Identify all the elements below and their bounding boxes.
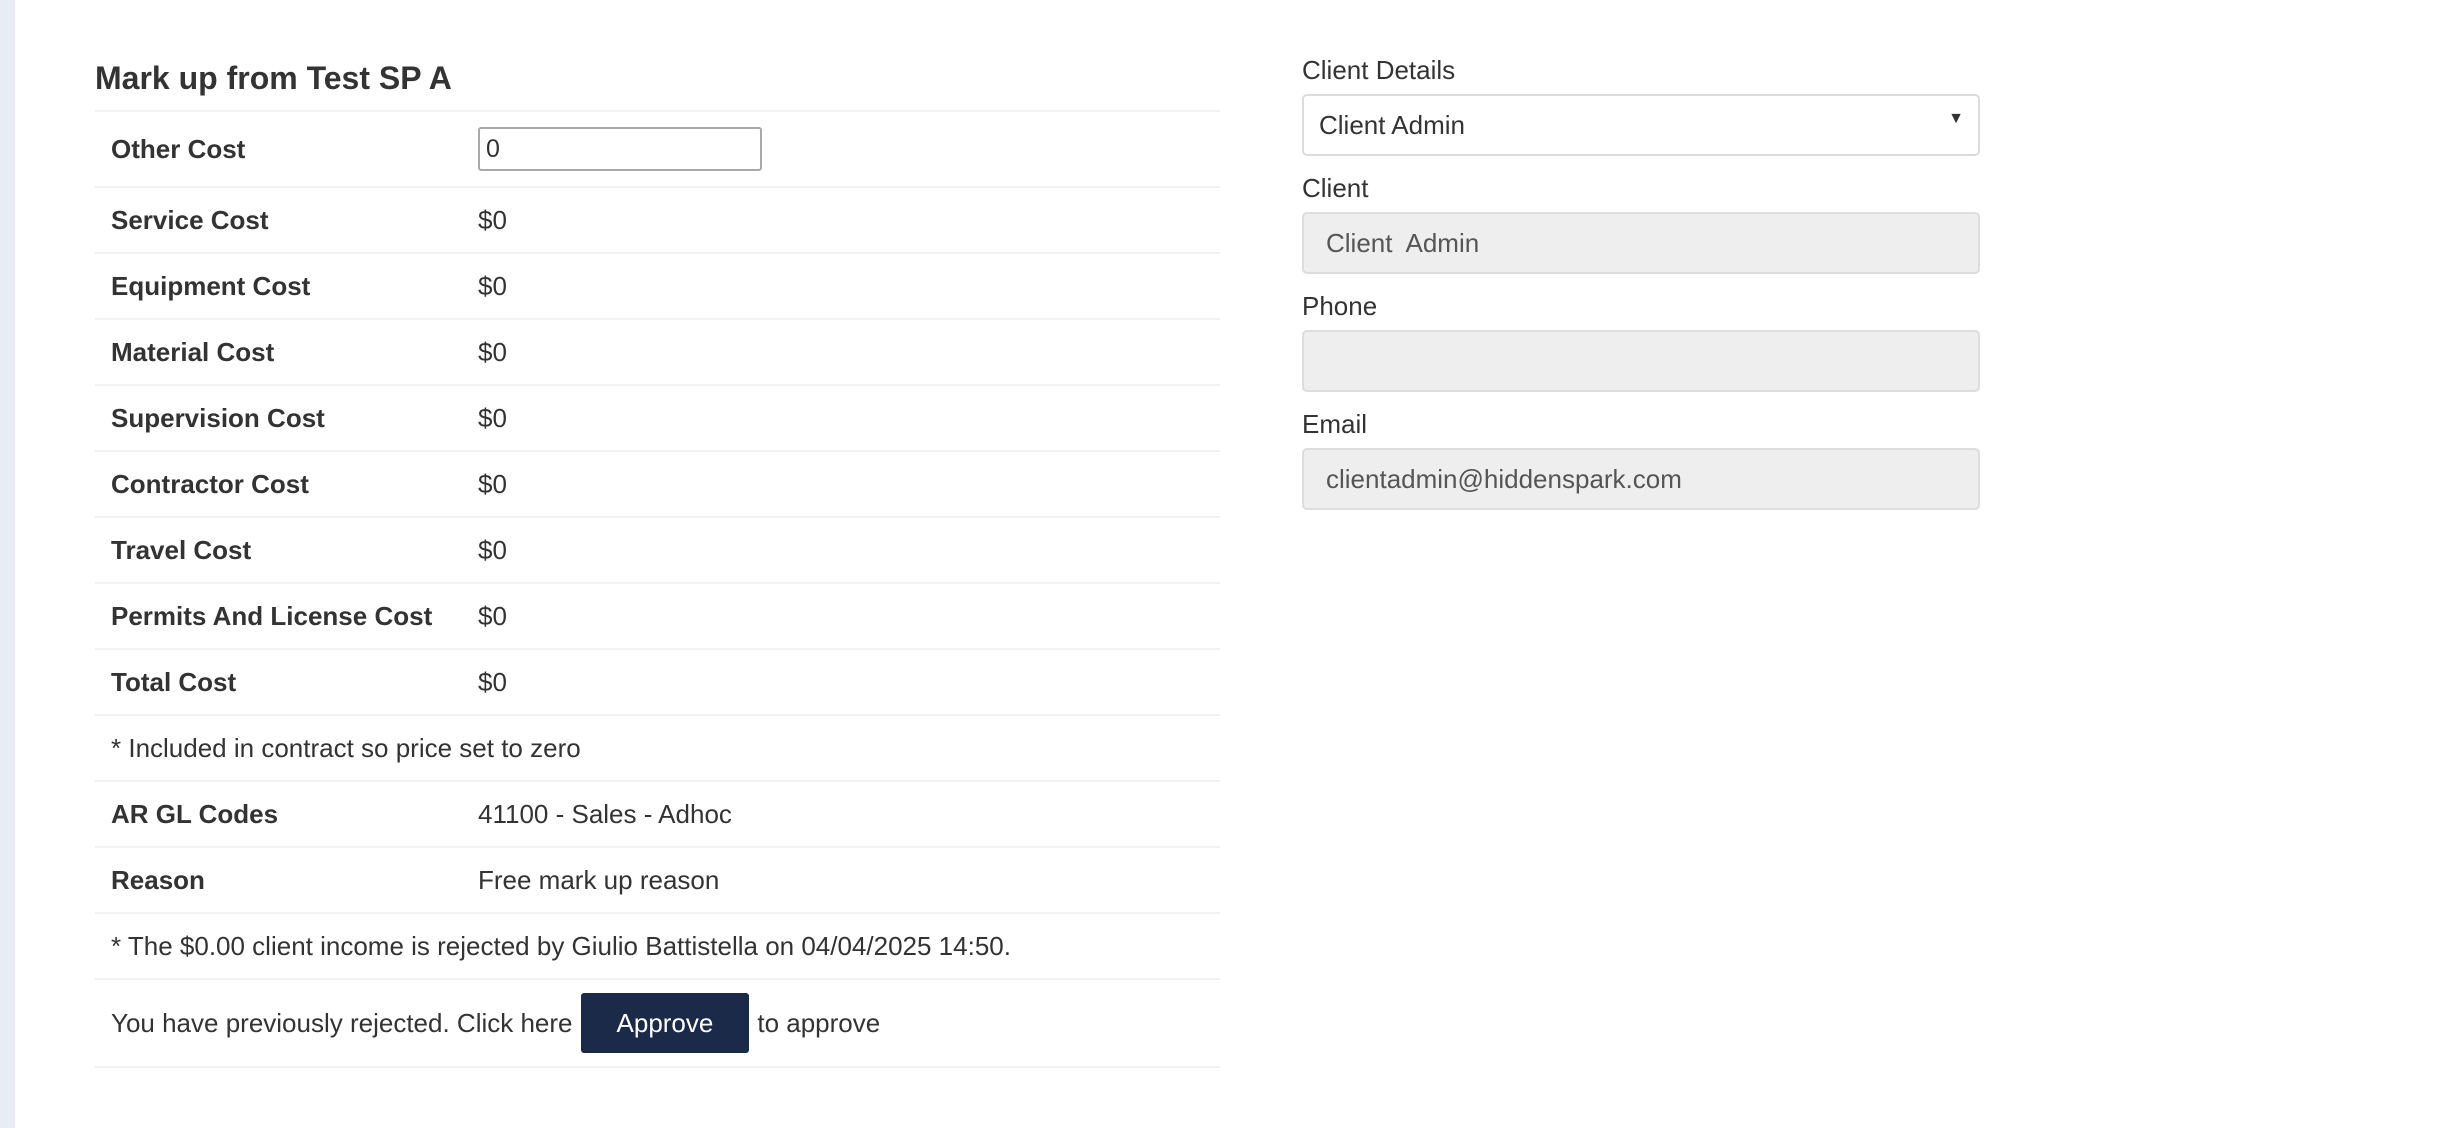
reason-value: Free mark up reason — [478, 864, 720, 895]
travel-cost-value: $0 — [478, 534, 507, 565]
phone-label: Phone — [1302, 291, 1378, 321]
markup-panel: Mark up from Test SP A Other Cost Servic… — [95, 56, 1220, 1068]
left-edge-strip — [0, 0, 15, 1128]
ar-gl-codes-row: AR GL Codes 41100 - Sales - Adhoc — [95, 780, 1220, 846]
caret-down-icon: ▼ — [1948, 110, 1964, 127]
panel-title: Mark up from Test SP A — [95, 60, 452, 96]
client-label: Client — [1302, 173, 1369, 203]
supervision-cost-label: Supervision Cost — [111, 402, 325, 433]
ar-gl-codes-label: AR GL Codes — [111, 798, 279, 829]
total-cost-value: $0 — [478, 666, 507, 697]
approve-button[interactable]: Approve — [580, 993, 750, 1053]
service-cost-value: $0 — [478, 204, 507, 235]
client-details-selected: Client Admin — [1319, 109, 1465, 140]
client-value: Client Admin — [1326, 227, 1480, 258]
contract-note-row: * Included in contract so price set to z… — [95, 714, 1220, 780]
travel-cost-label: Travel Cost — [111, 534, 252, 565]
total-cost-label: Total Cost — [111, 666, 237, 697]
phone-field — [1302, 330, 1980, 392]
permits-license-cost-value: $0 — [478, 600, 507, 631]
email-value: clientadmin@hiddenspark.com — [1326, 463, 1682, 494]
approve-suffix-text: to approve — [757, 1007, 881, 1038]
email-field: clientadmin@hiddenspark.com — [1302, 448, 1980, 510]
reason-row: Reason Free mark up reason — [95, 846, 1220, 912]
contractor-cost-value: $0 — [478, 468, 507, 499]
other-cost-label: Other Cost — [111, 133, 246, 164]
approve-prefix-text: You have previously rejected. Click here — [111, 1007, 573, 1038]
other-cost-row: Other Cost — [95, 110, 1220, 186]
ar-gl-codes-value: 41100 - Sales - Adhoc — [478, 798, 732, 829]
email-label: Email — [1302, 409, 1368, 439]
reason-label: Reason — [111, 864, 205, 895]
client-details-select[interactable]: Client Admin ▼ — [1302, 94, 1980, 156]
contractor-cost-label: Contractor Cost — [111, 468, 309, 499]
material-cost-row: Material Cost $0 — [95, 318, 1220, 384]
supervision-cost-row: Supervision Cost $0 — [95, 384, 1220, 450]
total-cost-row: Total Cost $0 — [95, 648, 1220, 714]
permits-license-cost-label: Permits And License Cost — [111, 600, 433, 631]
other-cost-input[interactable] — [478, 127, 762, 171]
approve-row: You have previously rejected. Click here… — [95, 978, 1220, 1068]
service-cost-row: Service Cost $0 — [95, 186, 1220, 252]
supervision-cost-value: $0 — [478, 402, 507, 433]
travel-cost-row: Travel Cost $0 — [95, 516, 1220, 582]
client-field: Client Admin — [1302, 212, 1980, 274]
material-cost-label: Material Cost — [111, 336, 275, 367]
contract-note: * Included in contract so price set to z… — [111, 732, 581, 763]
service-cost-label: Service Cost — [111, 204, 269, 235]
client-details-label: Client Details — [1302, 55, 1456, 85]
rejection-note: * The $0.00 client income is rejected by… — [111, 930, 1011, 961]
rejection-note-row: * The $0.00 client income is rejected by… — [95, 912, 1220, 978]
material-cost-value: $0 — [478, 336, 507, 367]
equipment-cost-value: $0 — [478, 270, 507, 301]
permits-license-cost-row: Permits And License Cost $0 — [95, 582, 1220, 648]
equipment-cost-label: Equipment Cost — [111, 270, 311, 301]
equipment-cost-row: Equipment Cost $0 — [95, 252, 1220, 318]
contractor-cost-row: Contractor Cost $0 — [95, 450, 1220, 516]
client-panel: Client Details Client Admin ▼ Client Cli… — [1302, 52, 1980, 524]
